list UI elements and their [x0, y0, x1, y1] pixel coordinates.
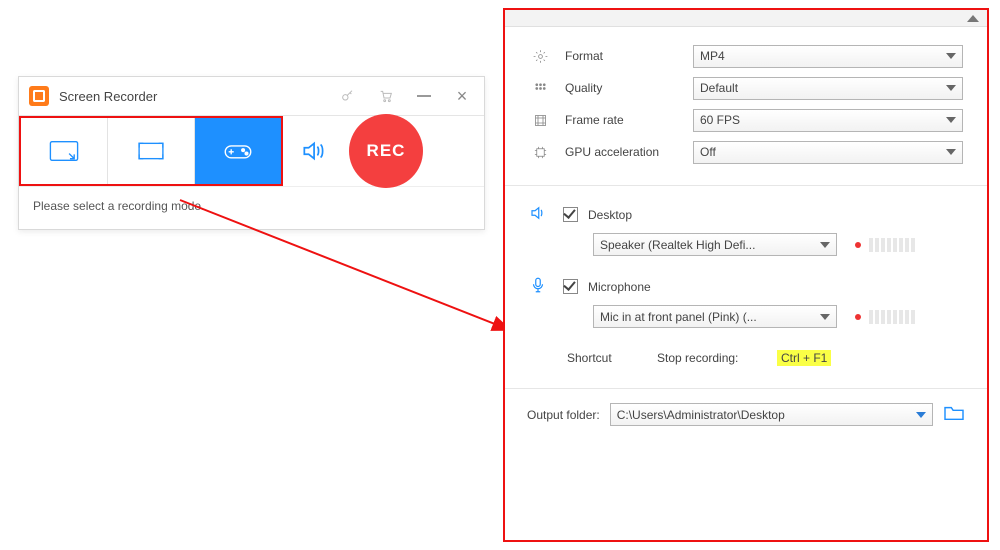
quality-value: Default: [700, 81, 738, 95]
gpu-select[interactable]: Off: [693, 141, 963, 164]
microphone-icon: [529, 276, 547, 297]
video-settings: Format MP4 Quality Default Frame rate 60…: [505, 27, 987, 167]
cart-icon[interactable]: [374, 84, 398, 108]
status-text: Please select a recording mode.: [33, 199, 204, 213]
fps-select[interactable]: 60 FPS: [693, 109, 963, 132]
mode-game-button[interactable]: [195, 118, 281, 184]
app-logo-icon: [29, 86, 49, 106]
format-value: MP4: [700, 49, 725, 63]
settings-panel: Format MP4 Quality Default Frame rate 60…: [503, 8, 989, 542]
desktop-audio-checkbox[interactable]: [563, 207, 578, 222]
mode-row: REC: [19, 116, 484, 186]
audio-settings: Desktop Speaker (Realtek High Defi... Mi…: [505, 186, 987, 328]
gpu-value: Off: [700, 145, 716, 159]
record-label: REC: [367, 141, 406, 161]
mode-group-highlight: [19, 116, 283, 186]
collapse-bar[interactable]: [505, 10, 987, 27]
mic-level-meter: [855, 310, 917, 324]
film-icon: [529, 113, 551, 128]
quality-label: Quality: [565, 81, 693, 95]
chevron-down-icon: [946, 149, 956, 155]
dots-icon: [529, 81, 551, 96]
minimize-button[interactable]: [412, 84, 436, 108]
output-label: Output folder:: [527, 408, 600, 422]
callout-arrow-icon: [180, 200, 535, 350]
chevron-down-icon: [946, 53, 956, 59]
format-label: Format: [565, 49, 693, 63]
chevron-down-icon: [946, 117, 956, 123]
mic-audio-label: Microphone: [588, 280, 651, 294]
hotkey-value: Ctrl + F1: [777, 350, 831, 366]
desktop-device-value: Speaker (Realtek High Defi...: [600, 238, 755, 252]
close-button[interactable]: ×: [450, 84, 474, 108]
gpu-label: GPU acceleration: [565, 145, 693, 159]
mode-region-button[interactable]: [21, 118, 108, 184]
chevron-down-icon: [916, 412, 926, 418]
shortcut-label: Shortcut: [567, 351, 657, 365]
chevron-down-icon: [820, 314, 830, 320]
desktop-level-meter: [855, 238, 917, 252]
shortcut-row: Shortcut Stop recording: Ctrl + F1: [505, 332, 987, 366]
record-button[interactable]: REC: [349, 114, 423, 188]
browse-folder-button[interactable]: [943, 404, 965, 425]
quality-select[interactable]: Default: [693, 77, 963, 100]
titlebar: Screen Recorder ×: [19, 77, 484, 116]
desktop-device-select[interactable]: Speaker (Realtek High Defi...: [593, 233, 837, 256]
stop-recording-label: Stop recording:: [657, 351, 777, 365]
audio-toggle-button[interactable]: [283, 138, 343, 164]
mode-fullscreen-button[interactable]: [108, 118, 195, 184]
output-path-value: C:\Users\Administrator\Desktop: [617, 408, 785, 422]
desktop-audio-label: Desktop: [588, 208, 632, 222]
fps-label: Frame rate: [565, 113, 693, 127]
chip-icon: [529, 145, 551, 160]
chevron-up-icon: [967, 15, 979, 22]
mic-audio-checkbox[interactable]: [563, 279, 578, 294]
mic-device-value: Mic in at front panel (Pink) (...: [600, 310, 757, 324]
app-title: Screen Recorder: [59, 89, 157, 104]
key-icon[interactable]: [336, 84, 360, 108]
format-select[interactable]: MP4: [693, 45, 963, 68]
speaker-icon: [529, 204, 547, 225]
mic-device-select[interactable]: Mic in at front panel (Pink) (...: [593, 305, 837, 328]
chevron-down-icon: [820, 242, 830, 248]
fps-value: 60 FPS: [700, 113, 740, 127]
chevron-down-icon: [946, 85, 956, 91]
output-path-select[interactable]: C:\Users\Administrator\Desktop: [610, 403, 933, 426]
output-row: Output folder: C:\Users\Administrator\De…: [505, 389, 987, 426]
record-dot-icon: [855, 314, 861, 320]
gear-icon: [529, 49, 551, 64]
record-dot-icon: [855, 242, 861, 248]
